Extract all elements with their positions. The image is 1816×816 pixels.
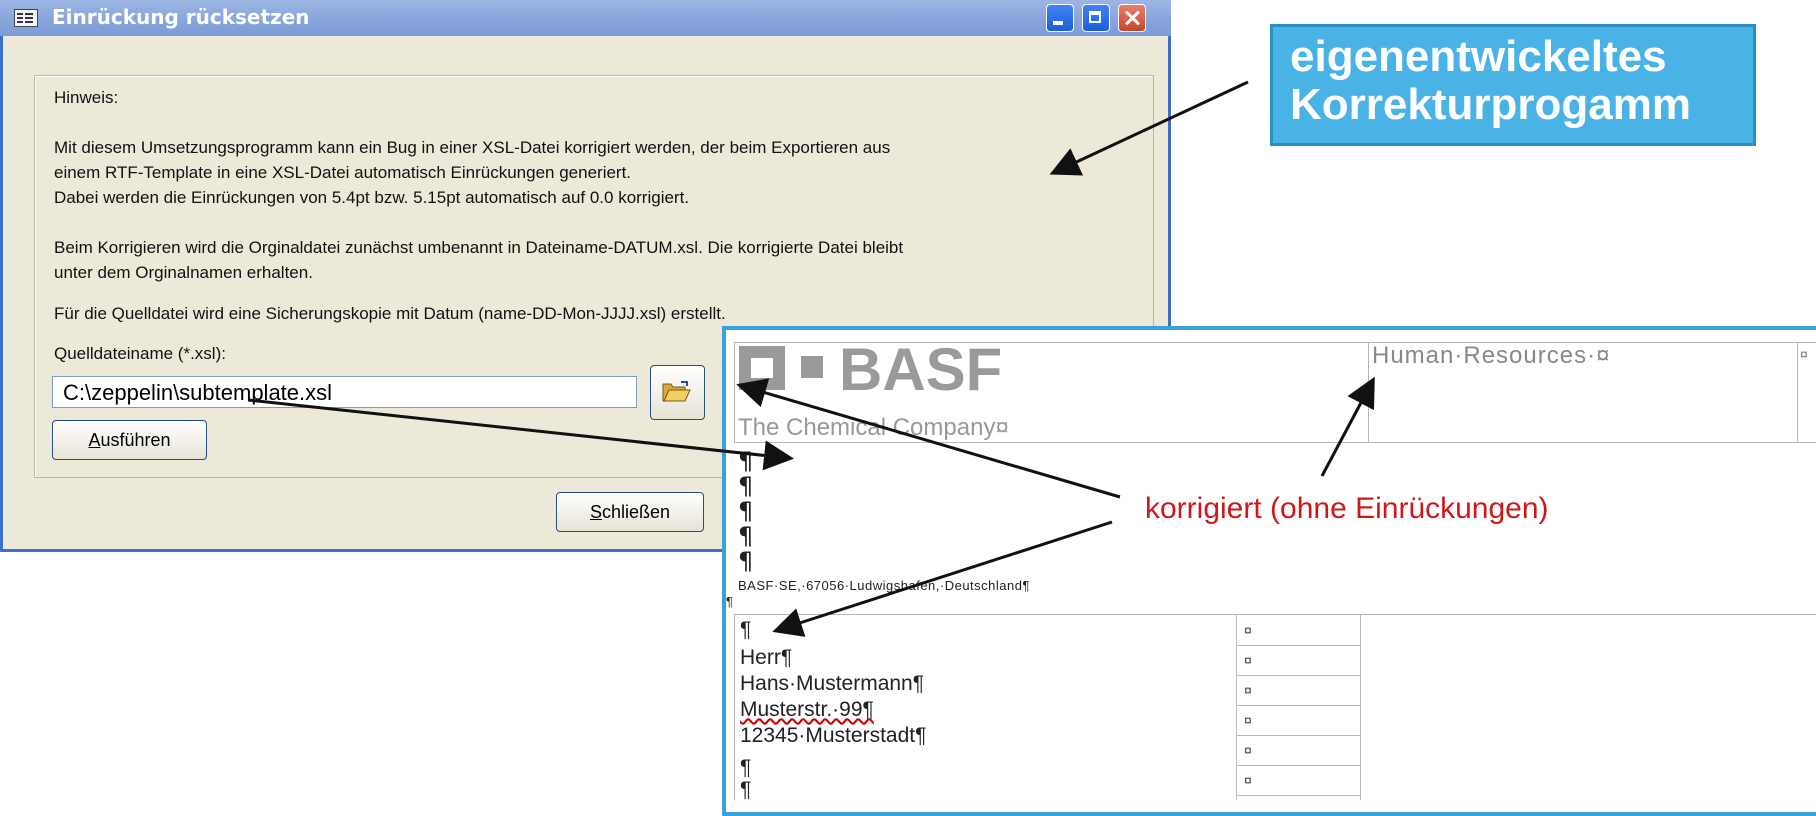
arrow-to-address [772, 520, 1113, 637]
arrow-to-logo [736, 378, 1121, 499]
arrow-to-department [1320, 376, 1375, 477]
arrow-to-dialog [1049, 80, 1249, 176]
annotation-arrows [247, 80, 1375, 637]
arrow-to-document [247, 398, 794, 471]
